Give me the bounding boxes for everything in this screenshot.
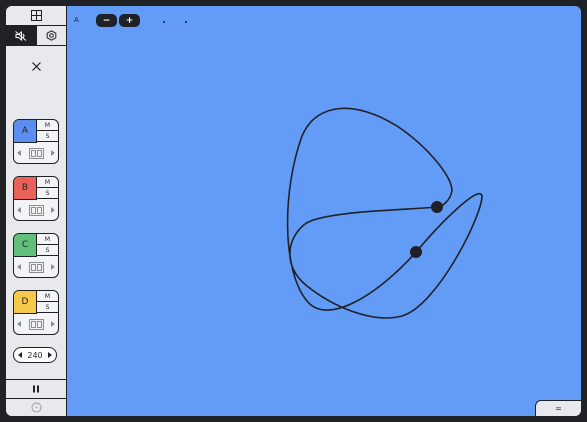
track-label[interactable]: C: [14, 234, 37, 257]
track-panel-b: B M S: [13, 176, 59, 221]
close-button[interactable]: [26, 58, 46, 74]
drawing-canvas[interactable]: [67, 6, 581, 416]
playhead-marker[interactable]: [431, 201, 443, 213]
grid-view-button[interactable]: [6, 6, 66, 26]
mute-button[interactable]: M: [37, 120, 58, 131]
tempo-decrease-icon[interactable]: [18, 352, 22, 358]
track-label[interactable]: A: [14, 120, 37, 143]
sidebar-tabs: [6, 26, 66, 46]
grid-icon: [30, 10, 42, 21]
pattern-selector: [14, 314, 58, 334]
prev-pattern-icon[interactable]: [17, 207, 21, 213]
tab-settings[interactable]: [35, 26, 67, 45]
pattern-cells[interactable]: [28, 261, 44, 273]
settings-icon: [46, 30, 57, 41]
close-icon: [31, 61, 41, 71]
pause-icon: [33, 385, 39, 393]
next-pattern-icon[interactable]: [51, 207, 55, 213]
playhead-marker[interactable]: [410, 246, 422, 258]
tempo-value: 240: [27, 350, 43, 360]
prev-pattern-icon[interactable]: [17, 264, 21, 270]
next-pattern-icon[interactable]: [51, 321, 55, 327]
prev-pattern-icon[interactable]: [17, 321, 21, 327]
solo-button[interactable]: S: [37, 188, 58, 199]
circle-icon: [31, 402, 41, 412]
tempo-control: 240: [13, 347, 57, 363]
pattern-selector: [14, 257, 58, 277]
mute-icon: [14, 30, 27, 41]
solo-button[interactable]: S: [37, 245, 58, 256]
track-label[interactable]: D: [14, 291, 37, 314]
solo-button[interactable]: S: [37, 131, 58, 142]
menu-button[interactable]: =: [535, 400, 581, 416]
pattern-selector: [14, 200, 58, 220]
prev-pattern-icon[interactable]: [17, 150, 21, 156]
pattern-cells[interactable]: [28, 204, 44, 216]
track-label[interactable]: B: [14, 177, 37, 200]
pause-button[interactable]: [6, 379, 66, 399]
track-panel-c: C M S: [13, 233, 59, 278]
app-window: A M S B M S C M S D M S 240 A − + =: [6, 6, 581, 416]
mute-button[interactable]: M: [37, 291, 58, 302]
pattern-cells[interactable]: [28, 147, 44, 159]
track-panel-d: D M S: [13, 290, 59, 335]
pattern-selector: [14, 143, 58, 163]
track-panel-a: A M S: [13, 119, 59, 164]
solo-button[interactable]: S: [37, 302, 58, 313]
mute-button[interactable]: M: [37, 234, 58, 245]
mute-button[interactable]: M: [37, 177, 58, 188]
pattern-cells[interactable]: [28, 318, 44, 330]
next-pattern-icon[interactable]: [51, 264, 55, 270]
next-pattern-icon[interactable]: [51, 150, 55, 156]
loop-curve: [286, 107, 483, 319]
info-button[interactable]: [6, 398, 66, 416]
tab-sound-off[interactable]: [6, 26, 36, 45]
sidebar: A M S B M S C M S D M S 240: [6, 6, 67, 416]
tempo-increase-icon[interactable]: [48, 352, 52, 358]
